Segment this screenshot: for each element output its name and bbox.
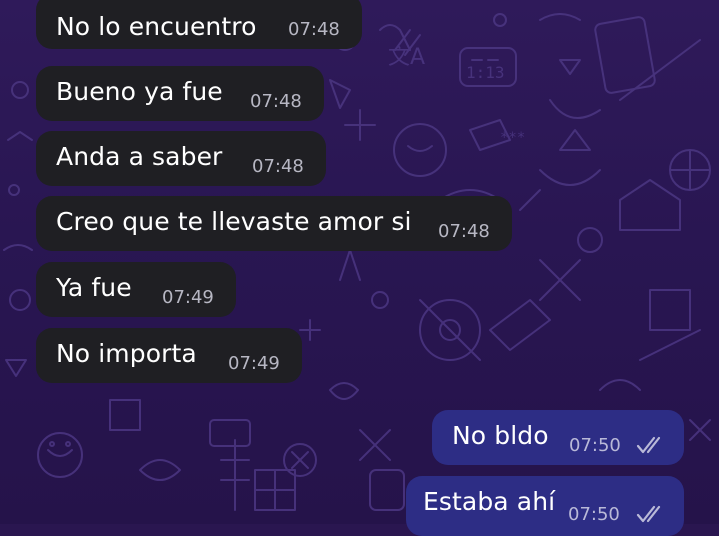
message-bubble-incoming[interactable]: Bueno ya fue 07:48 (36, 66, 324, 121)
message-timestamp: 07:48 (288, 19, 340, 40)
message-text: Creo que te llevaste amor si (56, 207, 412, 236)
message-timestamp: 07:49 (162, 287, 214, 308)
message-text: Bueno ya fue (56, 77, 223, 106)
message-timestamp: 07:49 (228, 353, 280, 374)
message-list[interactable]: No lo encuentro 07:48 Bueno ya fue 07:48… (0, 0, 719, 536)
message-timestamp: 07:50 (569, 435, 621, 456)
message-bubble-incoming[interactable]: No lo encuentro 07:48 (36, 0, 362, 49)
message-text: Ya fue (56, 273, 132, 302)
message-text: No bldo (452, 421, 549, 450)
message-timestamp: 07:48 (438, 221, 490, 242)
message-bubble-incoming[interactable]: Anda a saber 07:48 (36, 131, 326, 186)
message-timestamp: 07:48 (252, 156, 304, 177)
message-bubble-incoming[interactable]: Creo que te llevaste amor si 07:48 (36, 196, 512, 251)
double-check-read-icon (636, 505, 661, 523)
message-text: No importa (56, 339, 197, 368)
message-timestamp: 07:48 (250, 91, 302, 112)
message-bubble-outgoing[interactable]: Estaba ahí 07:50 (406, 476, 684, 536)
message-bubble-outgoing[interactable]: No bldo 07:50 (432, 410, 684, 465)
message-timestamp: 07:50 (568, 504, 620, 525)
message-bubble-incoming[interactable]: Ya fue 07:49 (36, 262, 236, 317)
message-text: Estaba ahí (423, 487, 556, 516)
double-check-read-icon (636, 436, 661, 454)
message-bubble-incoming[interactable]: No importa 07:49 (36, 328, 302, 383)
message-text: No lo encuentro (56, 12, 257, 41)
message-text: Anda a saber (56, 142, 223, 171)
